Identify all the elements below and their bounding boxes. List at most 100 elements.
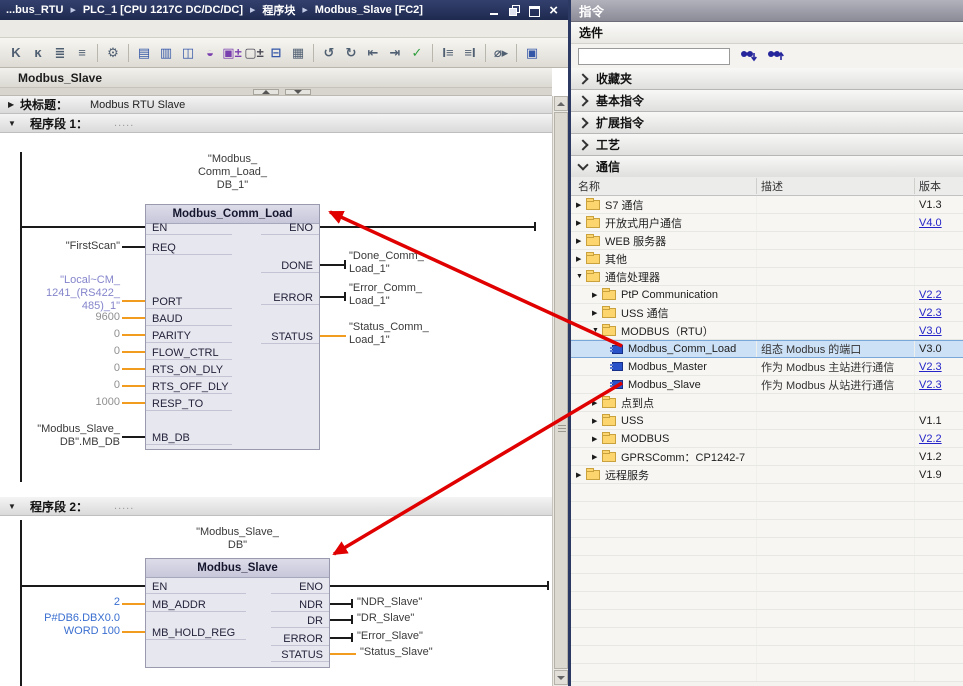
pin-baud[interactable]: BAUD	[146, 312, 232, 326]
instance-db-label[interactable]: "Modbus_ Comm_Load_ DB_1"	[145, 153, 320, 192]
goto-next-usage-icon[interactable]: ⇥	[385, 43, 405, 63]
expand-arrow-icon[interactable]: ▶	[592, 291, 602, 299]
operand-info-right-icon[interactable]: ≡I	[460, 43, 480, 63]
gear-data-icon[interactable]: ⚙	[103, 43, 123, 63]
search-up-icon[interactable]	[767, 49, 784, 63]
parity-operand[interactable]: 0	[0, 328, 120, 341]
tree-row-modbus[interactable]: ▶MODBUSV2.2	[571, 430, 963, 448]
pin-rts-on-dly[interactable]: RTS_ON_DLY	[146, 363, 232, 377]
empty-box-call-icon[interactable]: ▢±	[244, 43, 264, 63]
pin-status[interactable]: STATUS	[271, 648, 329, 662]
operand-info-left-icon[interactable]: I≡	[438, 43, 458, 63]
section-communication[interactable]: 通信	[571, 156, 963, 178]
editor-tab-label[interactable]: Modbus_Slave	[18, 71, 102, 85]
instruction-search-input[interactable]	[578, 48, 730, 65]
pin-req[interactable]: REQ	[146, 241, 232, 255]
baud-operand[interactable]: 9600	[0, 311, 120, 324]
expand-arrow-icon[interactable]: ▶	[592, 435, 602, 443]
breadcrumb-block[interactable]: Modbus_Slave [FC2]	[315, 4, 423, 16]
pin-mb-addr[interactable]: MB_ADDR	[146, 598, 246, 612]
tree-row-modbus-rtu-[interactable]: ▼MODBUS（RTU）V3.0	[571, 322, 963, 340]
version-link[interactable]: V2.2	[915, 433, 942, 445]
rewire-tag-icon[interactable]: ĸ	[28, 43, 48, 63]
status-operand[interactable]: "Status_Slave"	[360, 646, 490, 659]
status-operand[interactable]: "Status_Comm_ Load_1"	[349, 321, 479, 347]
mb-db-operand[interactable]: "Modbus_Slave_ DB".MB_DB	[0, 423, 120, 449]
req-operand[interactable]: "FirstScan"	[0, 240, 120, 253]
pin-eno[interactable]: ENO	[271, 580, 329, 594]
collapse-up-button[interactable]	[253, 89, 279, 95]
pin-rts-off-dly[interactable]: RTS_OFF_DLY	[146, 380, 232, 394]
collapse-arrow-icon[interactable]: ▼	[576, 273, 586, 280]
rts-on-dly-operand[interactable]: 0	[0, 362, 120, 375]
mb-addr-operand[interactable]: 2	[0, 596, 120, 609]
version-link[interactable]: V2.3	[915, 307, 942, 319]
error-operand[interactable]: "Error_Slave"	[357, 630, 487, 643]
pin-ndr[interactable]: NDR	[271, 598, 329, 612]
tree-row-modbus_slave[interactable]: Modbus_Slave作为 Modbus 从站进行通信V2.3	[571, 376, 963, 394]
tree-row--[interactable]: ▼通信处理器	[571, 268, 963, 286]
collapse-arrow-icon[interactable]: ▼	[8, 119, 20, 128]
network-1-header[interactable]: ▼ 程序段 1： .....	[0, 114, 552, 133]
redo-action-icon[interactable]: ↻	[341, 43, 361, 63]
expand-arrow-icon[interactable]: ▶	[592, 309, 602, 317]
version-link[interactable]: V2.3	[915, 379, 942, 391]
instance-db-label[interactable]: "Modbus_Slave_ DB"	[145, 526, 330, 552]
editor-vertical-scrollbar[interactable]	[552, 96, 568, 686]
open-all-networks-icon[interactable]: ▥	[156, 43, 176, 63]
search-down-icon[interactable]	[740, 49, 757, 63]
scroll-down-button[interactable]	[554, 670, 568, 685]
monitoring-icon[interactable]: ▣	[522, 43, 542, 63]
rename-tag-icon[interactable]: K	[6, 43, 26, 63]
version-link[interactable]: V3.0	[915, 325, 942, 337]
tree-row--[interactable]: ▶点到点	[571, 394, 963, 412]
favorites-box-icon[interactable]: ▦	[288, 43, 308, 63]
minimize-button[interactable]	[489, 5, 500, 16]
pin-error[interactable]: ERROR	[271, 632, 329, 646]
breadcrumb-plc[interactable]: PLC_1 [CPU 1217C DC/DC/DC]	[83, 4, 243, 16]
close-button[interactable]: ×	[549, 5, 558, 16]
breadcrumb-project[interactable]: ...bus_RTU	[6, 4, 63, 16]
expand-operands-icon[interactable]: ≣	[50, 43, 70, 63]
expand-arrow-icon[interactable]: ▶	[576, 471, 586, 479]
collapse-arrow-icon[interactable]: ▼	[592, 327, 602, 334]
pin-flow-ctrl[interactable]: FLOW_CTRL	[146, 346, 232, 360]
tree-row--[interactable]: ▶开放式用户通信V4.0	[571, 214, 963, 232]
section-technology[interactable]: 工艺	[571, 134, 963, 156]
pin-status[interactable]: STATUS	[261, 330, 319, 344]
pin-done[interactable]: DONE	[261, 259, 319, 273]
show-all-networks-icon[interactable]: ▤	[134, 43, 154, 63]
tree-row-s7-[interactable]: ▶S7 通信V1.3	[571, 196, 963, 214]
pin-eno[interactable]: ENO	[261, 221, 319, 235]
tree-row-uss[interactable]: ▶USSV1.1	[571, 412, 963, 430]
pin-error[interactable]: ERROR	[261, 291, 319, 305]
pin-port[interactable]: PORT	[146, 295, 232, 309]
expand-arrow-icon[interactable]: ▶	[576, 237, 586, 245]
column-version[interactable]: 版本	[915, 178, 941, 194]
expand-arrow-icon[interactable]: ▶	[576, 255, 586, 263]
network-1-comment[interactable]: .....	[114, 117, 134, 129]
pin-mb-hold-reg[interactable]: MB_HOLD_REG	[146, 626, 246, 640]
error-operand[interactable]: "Error_Comm_ Load_1"	[349, 282, 479, 308]
flow-ctrl-operand[interactable]: 0	[0, 345, 120, 358]
scroll-up-button[interactable]	[554, 96, 568, 111]
column-name[interactable]: 名称	[571, 178, 757, 194]
modbus-slave-block[interactable]: Modbus_Slave EN MB_ADDR MB_HOLD_REG ENO …	[145, 558, 330, 668]
section-extended-instructions[interactable]: 扩展指令	[571, 112, 963, 134]
expand-arrow-icon[interactable]: ▶	[576, 219, 586, 227]
undo-action-icon[interactable]: ↺	[319, 43, 339, 63]
block-title-value[interactable]: Modbus RTU Slave	[90, 99, 185, 111]
tree-row-ptp-communication[interactable]: ▶PtP CommunicationV2.2	[571, 286, 963, 304]
expand-arrow-icon[interactable]: ▶	[576, 201, 586, 209]
close-all-networks-icon[interactable]: ◫	[178, 43, 198, 63]
pin-resp-to[interactable]: RESP_TO	[146, 397, 232, 411]
done-operand[interactable]: "Done_Comm_ Load_1"	[349, 250, 479, 276]
tree-row-gprscomm-cp1242-7[interactable]: ▶GPRSComm：CP1242-7V1.2	[571, 448, 963, 466]
section-favorites[interactable]: 收藏夹	[571, 68, 963, 90]
ndr-operand[interactable]: "NDR_Slave"	[357, 596, 487, 609]
network-2-header[interactable]: ▼ 程序段 2： .....	[0, 497, 552, 516]
pin-parity[interactable]: PARITY	[146, 329, 232, 343]
collapse-operands-icon[interactable]: ≡	[72, 43, 92, 63]
column-description[interactable]: 描述	[757, 178, 915, 194]
version-link[interactable]: V4.0	[915, 217, 942, 229]
